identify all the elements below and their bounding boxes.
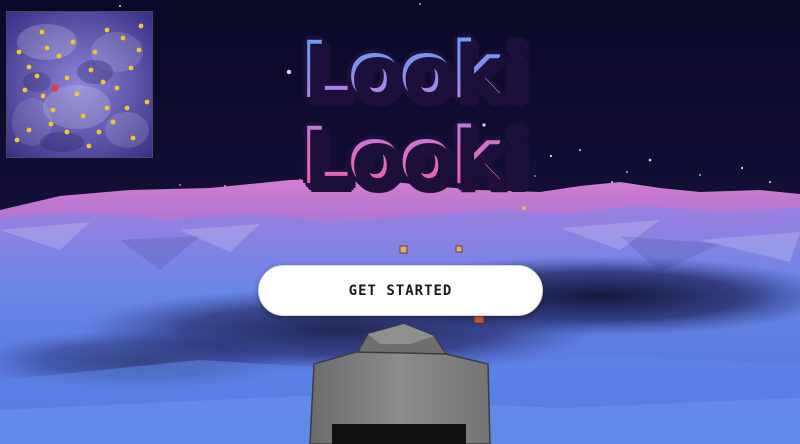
get-started-button[interactable]: GET STARTED — [258, 265, 543, 316]
minimap — [6, 11, 153, 158]
minimap-player-marker — [51, 84, 59, 92]
game-viewport[interactable]: Looki Looki GET STARTED — [0, 0, 800, 444]
